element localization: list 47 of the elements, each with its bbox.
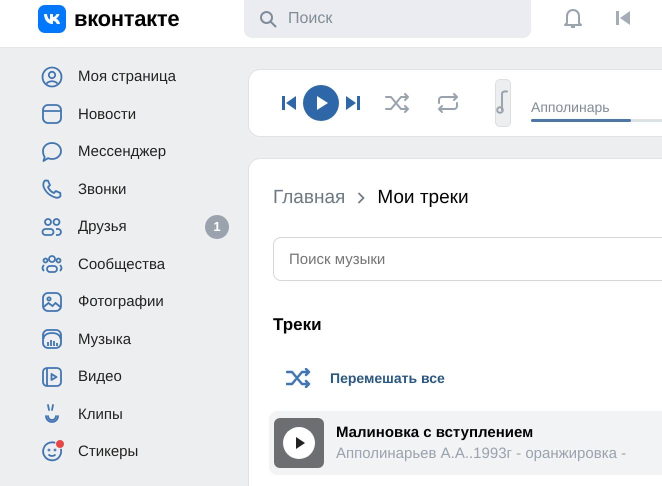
count-badge: 1 — [205, 214, 229, 239]
track-title: Малиновка с вступлением — [336, 424, 534, 441]
search-field[interactable]: Поиск — [244, 0, 531, 38]
previous-track-icon[interactable] — [615, 10, 631, 26]
play-button[interactable] — [274, 418, 324, 468]
repeat-icon[interactable] — [435, 92, 461, 114]
news-icon — [41, 103, 63, 126]
music-note-icon — [495, 79, 511, 127]
sidebar-item[interactable]: Стикеры — [0, 433, 248, 470]
profile-icon — [41, 66, 63, 88]
shuffle-icon[interactable] — [385, 93, 411, 113]
music-search-field[interactable]: Поиск музыки — [273, 237, 662, 281]
sidebar-item[interactable]: Новости — [0, 96, 248, 133]
photo-icon — [41, 290, 63, 313]
smiley-icon — [41, 440, 63, 463]
artist-name: Апполинарь — [531, 98, 611, 114]
friends-icon — [41, 216, 63, 238]
progress-bar[interactable] — [531, 118, 631, 122]
sidebar-item[interactable]: Сообщества — [0, 246, 248, 283]
track-artist: Апполинарьев А.А..1993г - оранжировка - — [336, 445, 626, 462]
track-row[interactable]: Малиновка с вступлением Апполинарьев А.А..1993г - оранжировка - — [269, 411, 662, 475]
sidebar-item[interactable]: Мессенджер — [0, 133, 248, 170]
section-title: Треки — [273, 315, 323, 335]
play-button[interactable] — [303, 85, 339, 121]
breadcrumb-current: Мои треки — [377, 187, 469, 209]
chevron-icon — [357, 192, 366, 204]
phone-icon — [41, 178, 63, 200]
sidebar-item[interactable]: Музыка — [0, 320, 248, 358]
speech-bubble-icon — [41, 140, 63, 163]
breadcrumb-link[interactable]: Главная — [273, 187, 346, 209]
sidebar-item[interactable]: Видео — [0, 358, 248, 396]
sidebar-item[interactable]: Моя страница — [0, 58, 248, 96]
sidebar-item[interactable]: Клипы — [0, 396, 248, 433]
previous-track-icon[interactable] — [281, 95, 297, 111]
next-track-icon[interactable] — [345, 95, 361, 111]
community-icon — [41, 253, 63, 276]
video-icon — [41, 366, 63, 388]
sidebar-item[interactable]: Друзья 1 — [0, 208, 248, 246]
shuffle-icon — [286, 368, 312, 388]
music-icon — [41, 328, 63, 350]
search-icon — [259, 10, 277, 28]
sidebar-item[interactable]: Фотографии — [0, 283, 248, 320]
logo-icon[interactable] — [38, 5, 66, 33]
brand-name[interactable]: вконтакте — [74, 6, 180, 32]
shuffle-all-button[interactable]: Перемешать все — [273, 367, 451, 389]
sidebar-item[interactable]: Звонки — [0, 170, 248, 208]
notification-bell-icon[interactable] — [561, 6, 585, 30]
